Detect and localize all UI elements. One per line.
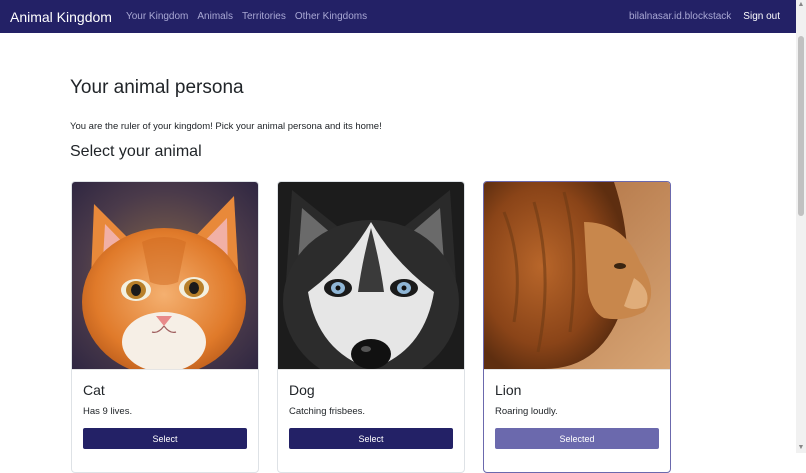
selected-lion-button[interactable]: Selected	[495, 428, 659, 449]
nav-link-other-kingdoms[interactable]: Other Kingdoms	[295, 11, 367, 22]
page-scrollbar[interactable]: ▲ ▼	[796, 0, 806, 453]
top-navbar: Animal Kingdom Your Kingdom Animals Terr…	[0, 0, 796, 33]
scroll-down-icon[interactable]: ▼	[796, 443, 806, 453]
animal-card-description: Roaring loudly.	[495, 406, 558, 417]
animal-card-dog: Dog Catching frisbees. Select	[277, 181, 465, 473]
brand-link[interactable]: Animal Kingdom	[10, 9, 112, 25]
cat-photo	[72, 182, 258, 370]
nav-link-territories[interactable]: Territories	[242, 11, 286, 22]
page-title: Your animal persona	[70, 77, 244, 98]
intro-text: You are the ruler of your kingdom! Pick …	[70, 121, 382, 132]
animal-card-title: Cat	[83, 382, 105, 398]
nav-user-area: bilalnasar.id.blockstack Sign out	[629, 11, 780, 22]
animal-card-cat: Cat Has 9 lives. Select	[71, 181, 259, 473]
animal-card-title: Dog	[289, 382, 315, 398]
animal-card-description: Has 9 lives.	[83, 406, 133, 417]
user-id: bilalnasar.id.blockstack	[629, 11, 732, 22]
animal-card-lion: Lion Roaring loudly. Selected	[483, 181, 671, 473]
select-dog-button[interactable]: Select	[289, 428, 453, 449]
scrollbar-thumb[interactable]	[798, 36, 804, 216]
animal-card-description: Catching frisbees.	[289, 406, 366, 417]
nav-links: Your Kingdom Animals Territories Other K…	[126, 11, 376, 22]
nav-link-animals[interactable]: Animals	[197, 11, 233, 22]
husky-photo	[278, 182, 464, 370]
sign-out-link[interactable]: Sign out	[743, 11, 780, 22]
lion-photo	[484, 182, 670, 370]
animal-card-title: Lion	[495, 382, 522, 398]
scroll-up-icon[interactable]: ▲	[796, 0, 806, 10]
nav-link-your-kingdom[interactable]: Your Kingdom	[126, 11, 188, 22]
select-cat-button[interactable]: Select	[83, 428, 247, 449]
section-title: Select your animal	[70, 143, 202, 160]
